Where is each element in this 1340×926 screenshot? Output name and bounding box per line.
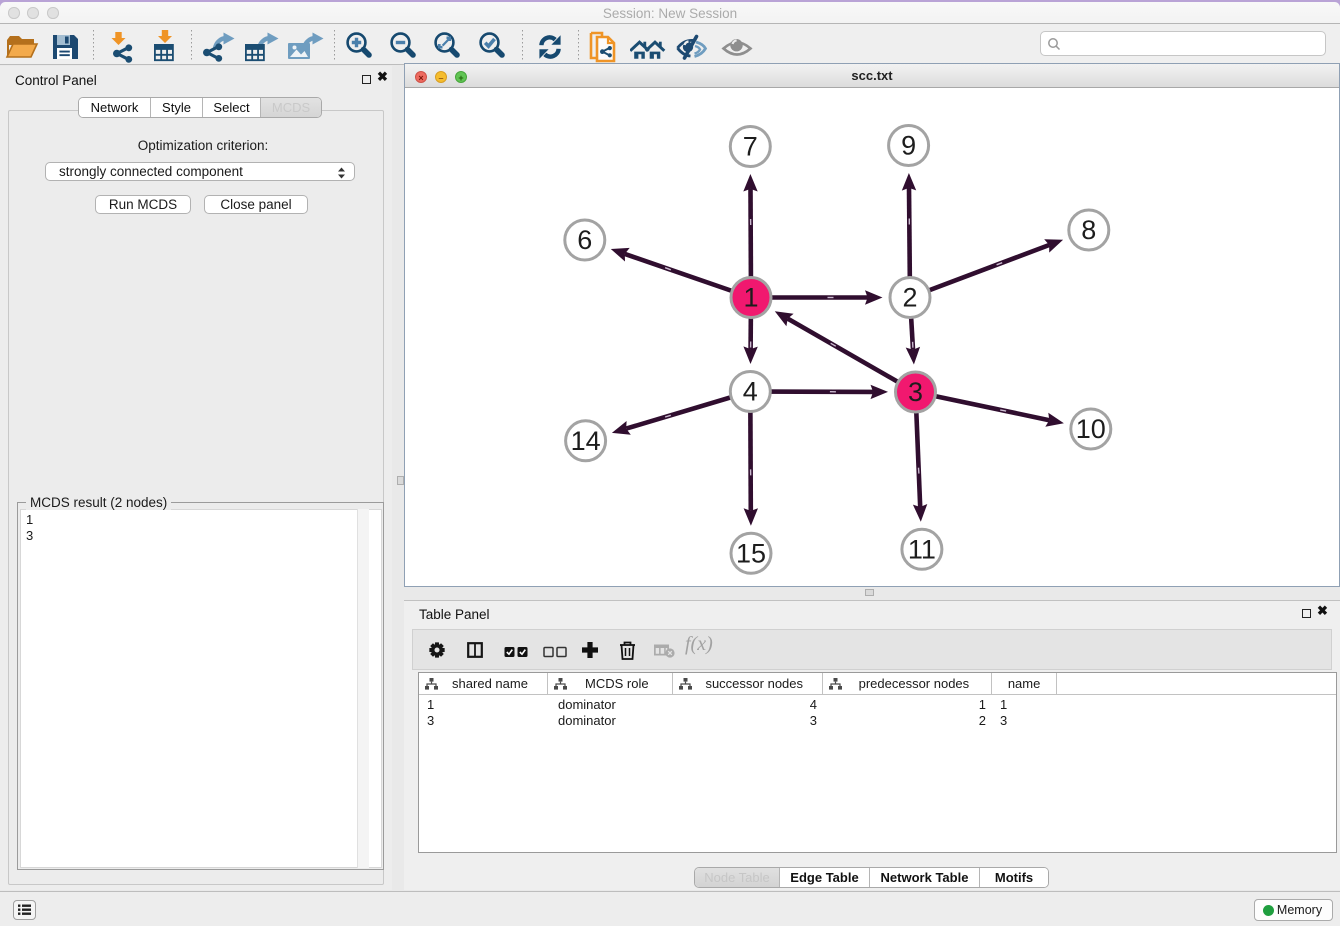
svg-text:3: 3 xyxy=(908,377,923,407)
svg-text:8: 8 xyxy=(1081,215,1096,245)
svg-text:14: 14 xyxy=(571,426,601,456)
svg-text:4: 4 xyxy=(743,377,758,407)
svg-text:10: 10 xyxy=(1076,414,1106,444)
svg-text:2: 2 xyxy=(902,283,917,313)
svg-text:7: 7 xyxy=(743,132,758,162)
svg-text:9: 9 xyxy=(901,131,916,161)
svg-text:11: 11 xyxy=(908,534,936,564)
svg-text:1: 1 xyxy=(743,283,758,313)
svg-text:15: 15 xyxy=(736,538,766,568)
svg-text:6: 6 xyxy=(577,225,592,255)
